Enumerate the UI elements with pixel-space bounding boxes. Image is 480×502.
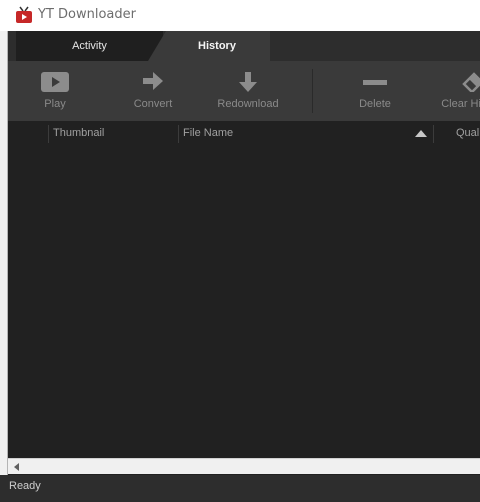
convert-button[interactable]: Convert bbox=[123, 61, 183, 121]
tab-history[interactable]: History bbox=[148, 31, 270, 61]
tab-bar: Activity History bbox=[8, 31, 480, 61]
sort-ascending-icon[interactable] bbox=[415, 130, 427, 137]
column-quality[interactable]: Quality bbox=[456, 121, 480, 145]
clear-history-label: Clear History bbox=[441, 98, 480, 110]
arrow-right-icon bbox=[143, 72, 163, 90]
app-window: Activity History Play Convert Redownload bbox=[8, 31, 480, 502]
delete-label: Delete bbox=[359, 98, 391, 110]
window-title: YT Downloader bbox=[38, 7, 136, 22]
tv-icon bbox=[16, 6, 32, 23]
horizontal-scrollbar[interactable] bbox=[8, 458, 480, 474]
column-thumbnail[interactable]: Thumbnail bbox=[53, 121, 104, 145]
table-header: Thumbnail File Name Quality bbox=[8, 121, 480, 145]
column-separator bbox=[433, 125, 434, 143]
column-separator bbox=[48, 125, 49, 143]
redownload-label: Redownload bbox=[217, 98, 279, 110]
toolbar-separator bbox=[312, 69, 313, 113]
convert-label: Convert bbox=[133, 98, 173, 110]
column-separator bbox=[178, 125, 179, 143]
status-text: Ready bbox=[9, 480, 41, 492]
window-frame-left bbox=[0, 31, 8, 502]
play-icon bbox=[41, 72, 69, 92]
delete-button[interactable]: Delete bbox=[345, 61, 405, 121]
toolbar: Play Convert Redownload Delete Clear H bbox=[8, 61, 480, 121]
minus-icon bbox=[363, 80, 387, 85]
eraser-icon bbox=[462, 72, 480, 92]
title-bar: YT Downloader bbox=[0, 0, 480, 31]
chevron-left-icon[interactable] bbox=[11, 461, 23, 473]
status-bar: Ready bbox=[0, 475, 480, 502]
history-list[interactable] bbox=[8, 145, 480, 457]
column-file-name[interactable]: File Name bbox=[183, 121, 233, 145]
play-button[interactable]: Play bbox=[30, 61, 80, 121]
play-label: Play bbox=[44, 98, 66, 110]
redownload-button[interactable]: Redownload bbox=[208, 61, 288, 121]
clear-history-button[interactable]: Clear History bbox=[433, 61, 480, 121]
tab-activity[interactable]: Activity bbox=[16, 31, 163, 61]
arrow-down-icon bbox=[239, 72, 257, 92]
